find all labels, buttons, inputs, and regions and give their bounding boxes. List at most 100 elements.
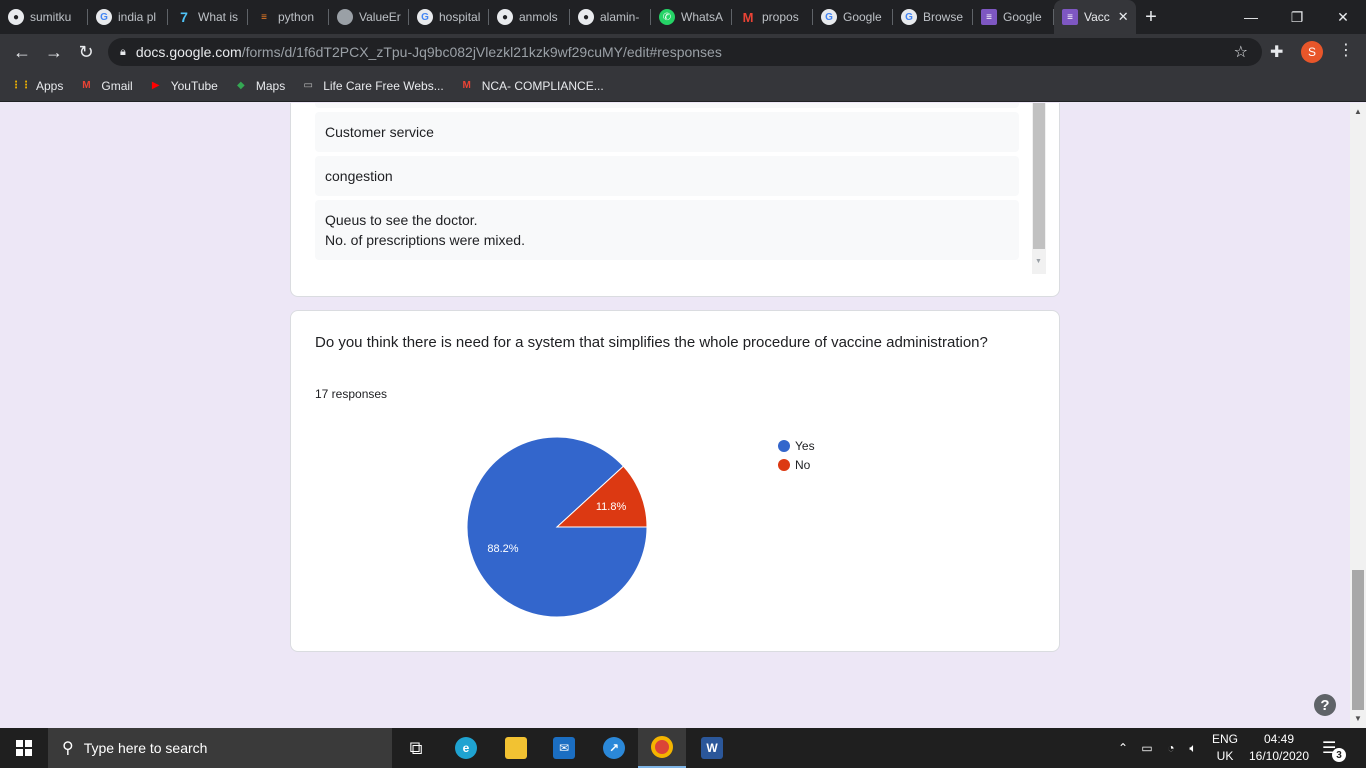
bookmark-item[interactable]: ▶ YouTube xyxy=(149,79,218,93)
browser-tab-title: india pl xyxy=(118,10,157,24)
bookmark-label: NCA- COMPLIANCE... xyxy=(481,78,604,93)
browser-tab[interactable]: G Google xyxy=(813,0,893,34)
bookmark-label: Gmail xyxy=(101,78,133,93)
browser-tab[interactable]: G Browse xyxy=(893,0,973,34)
start-button[interactable] xyxy=(0,728,48,768)
chrome-icon[interactable] xyxy=(638,728,686,768)
search-icon: ⚲ xyxy=(62,740,74,757)
browser-menu-icon[interactable]: ⋮ xyxy=(1338,40,1354,60)
browser-tab-strip: ● sumitku Gindia pl 7 What is ≡ python ValueEr G… xyxy=(0,0,1366,34)
battery-icon[interactable]: ▭ xyxy=(1138,728,1156,768)
web-icon: 7 xyxy=(180,9,188,25)
response-list-scrollbar[interactable]: ▼ xyxy=(1032,103,1046,274)
browser-tab-title: What is xyxy=(198,10,239,24)
browser-tab[interactable]: ● anmols xyxy=(489,0,570,34)
pie-data-label: 11.8% xyxy=(596,501,627,513)
language-indicator[interactable]: ENG UK xyxy=(1208,731,1242,765)
weather-app-icon[interactable]: ↗ xyxy=(590,728,638,768)
windows-logo-icon xyxy=(16,740,32,756)
legend-swatch xyxy=(778,439,790,452)
browser-tab[interactable]: ● alamin- xyxy=(570,0,651,34)
google-icon: G xyxy=(96,9,112,25)
close-window-icon[interactable]: ✕ xyxy=(1320,0,1366,34)
browser-tab-title: hospital xyxy=(439,10,481,24)
response-list-scroll-thumb[interactable] xyxy=(1033,103,1045,249)
gmail-icon: M xyxy=(462,80,471,91)
bookmark-star-icon[interactable]: ☆ xyxy=(1234,42,1248,62)
minimize-icon[interactable]: — xyxy=(1228,0,1274,34)
pie-chart: 11.8% 88.2% xyxy=(466,436,648,618)
extensions-puzzle-icon[interactable]: ✚ xyxy=(1270,42,1283,62)
legend-item[interactable]: Yes xyxy=(778,436,815,455)
notification-count-badge: 3 xyxy=(1332,748,1346,762)
back-arrow-icon[interactable]: ← xyxy=(6,36,38,68)
google-icon: G xyxy=(901,9,917,25)
browser-tab[interactable]: ValueEr xyxy=(329,0,409,34)
browser-tab-title: Google xyxy=(1003,10,1042,24)
gmail-icon: M xyxy=(742,9,754,25)
browser-tab-title: Browse xyxy=(923,10,964,24)
bookmark-item[interactable]: M NCA- COMPLIANCE... xyxy=(460,79,604,93)
close-tab-icon[interactable]: ✕ xyxy=(1118,9,1129,25)
wifi-icon[interactable]: ◔ xyxy=(1162,728,1180,768)
language-code: ENG xyxy=(1211,732,1238,746)
file-explorer-icon[interactable] xyxy=(492,728,540,768)
pie-data-label: 88.2% xyxy=(487,543,518,555)
forward-arrow-icon[interactable]: → xyxy=(38,36,70,68)
task-view-icon[interactable]: ⧉ xyxy=(392,728,440,768)
help-icon[interactable]: ? xyxy=(1314,694,1336,716)
page-scroll-thumb[interactable] xyxy=(1352,570,1364,710)
browser-tab[interactable]: Gindia pl xyxy=(88,0,168,34)
speaker-muted-icon[interactable]: 🔈︎ xyxy=(1184,728,1202,768)
profile-avatar[interactable]: S xyxy=(1301,41,1323,63)
browser-tab[interactable]: ● sumitku xyxy=(0,0,88,34)
bookmark-label: YouTube xyxy=(170,78,218,93)
taskbar-search-box[interactable]: ⚲ Type here to search xyxy=(48,728,392,768)
response-text: congestion xyxy=(325,168,393,184)
legend-label: No xyxy=(795,457,811,472)
new-tab-button[interactable]: + xyxy=(1136,0,1166,34)
tray-overflow-chevron-icon[interactable]: ⌃ xyxy=(1114,728,1132,768)
url-host: docs.google.com xyxy=(135,44,242,60)
browser-tab-title: propos xyxy=(762,10,799,24)
page-scrollbar[interactable]: ▲ ▼ xyxy=(1350,103,1366,728)
browser-tab[interactable]: Ghospital xyxy=(409,0,489,34)
response-count: 17 responses xyxy=(315,387,388,401)
system-clock[interactable]: 04:49 16/10/2020 xyxy=(1244,731,1314,765)
legend-item[interactable]: No xyxy=(778,455,815,474)
response-item: congestion xyxy=(315,156,1019,196)
browser-tab[interactable]: ≡ Vacc ✕ xyxy=(1054,0,1136,34)
browser-tab[interactable]: 7 What is xyxy=(168,0,248,34)
bookmark-item[interactable]: M Gmail xyxy=(79,78,133,93)
text-response-list: Customer service congestion Queus to see t… xyxy=(315,103,1019,264)
restore-icon[interactable]: ❐ xyxy=(1274,0,1320,34)
reload-icon[interactable]: ↻ xyxy=(70,36,102,68)
edge-icon[interactable]: e xyxy=(442,728,490,768)
scroll-up-arrow-icon[interactable]: ▲ xyxy=(1354,107,1362,116)
browser-tab[interactable]: ✆ WhatsA xyxy=(651,0,732,34)
bookmark-item[interactable]: ▭ Life Care Free Webs... xyxy=(301,79,443,93)
scroll-down-arrow-icon[interactable]: ▼ xyxy=(1035,258,1042,265)
whatsapp-icon: ✆ xyxy=(659,9,675,25)
browser-tab[interactable]: Mpropos xyxy=(732,0,813,34)
browser-tab[interactable]: ≡ python xyxy=(248,0,329,34)
scroll-down-arrow-icon[interactable]: ▼ xyxy=(1354,714,1362,723)
forms-responses-page: Customer service congestion Queus to see t… xyxy=(0,103,1350,728)
maps-pin-icon: ◆ xyxy=(237,80,245,91)
browser-tab[interactable]: ≡ Google xyxy=(973,0,1054,34)
address-bar[interactable]: 🔒︎ docs.google.com/forms/d/1f6dT2PCX_zTp… xyxy=(108,38,1262,66)
github-icon: ● xyxy=(497,9,513,25)
browser-toolbar: ← → ↻ 🔒︎ docs.google.com/forms/d/1f6dT2P… xyxy=(0,34,1366,70)
bookmark-item[interactable]: ⋮⋮ Apps xyxy=(11,79,63,93)
mail-icon[interactable]: ✉ xyxy=(540,728,588,768)
google-icon: G xyxy=(417,9,433,25)
windows-taskbar: ⚲ Type here to search ⧉ e ✉ ↗ W ⌃ ▭ ◔ 🔈︎… xyxy=(0,728,1366,768)
clock-date: 16/10/2020 xyxy=(1248,749,1310,763)
google-forms-icon: ≡ xyxy=(1062,9,1078,25)
word-icon[interactable]: W xyxy=(688,728,736,768)
browser-tab-title: ValueEr xyxy=(359,10,401,24)
bookmark-item[interactable]: ◆ Maps xyxy=(234,79,285,93)
legend-swatch xyxy=(778,458,790,471)
browser-tab-title: Google xyxy=(843,10,882,24)
response-text: Queus to see the doctor. xyxy=(325,212,478,228)
